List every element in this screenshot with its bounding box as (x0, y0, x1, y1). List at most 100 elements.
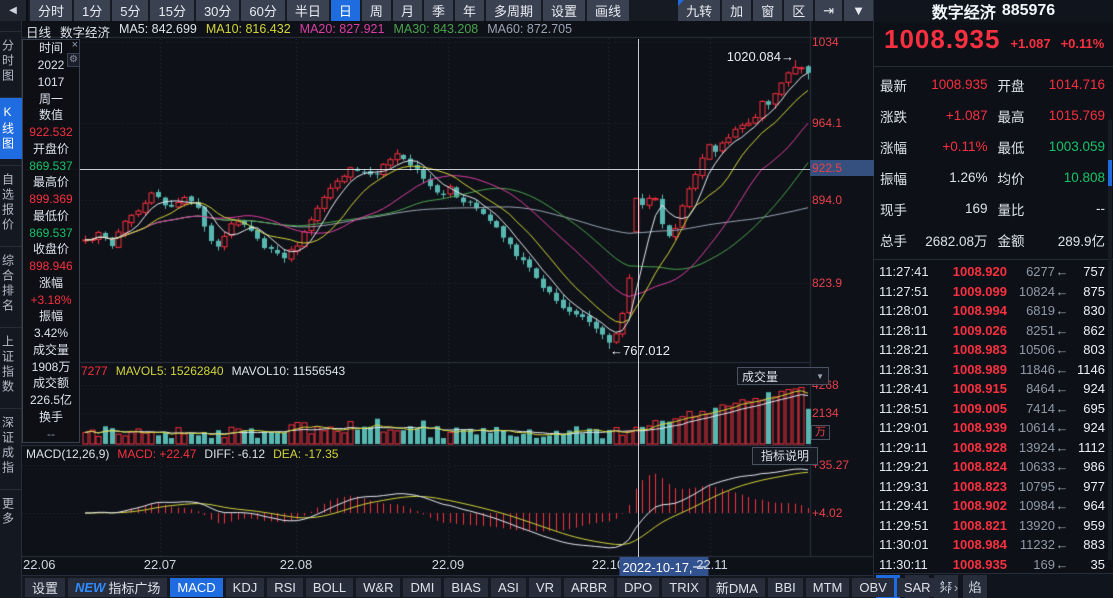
indicator-tab[interactable]: DPO (617, 578, 659, 597)
trade-row[interactable]: 11:29:211008.82410633←986 (874, 457, 1113, 477)
period-button[interactable]: 日 (331, 0, 360, 21)
ohlc-data-panel: × ⚙ 时间20221017周一数值922.532开盘价869.537最高价89… (22, 39, 80, 443)
trade-volume: 10824 (1007, 284, 1055, 299)
data-panel-row: 898.946 (23, 260, 79, 272)
low-price-value: 767.012 (623, 343, 670, 358)
period-button[interactable]: 周 (362, 0, 391, 21)
period-button[interactable]: 季 (424, 0, 453, 21)
indicator-tab[interactable]: 新DMA (709, 578, 765, 597)
indicator-tab[interactable]: TRIX (662, 578, 706, 597)
indicator-help-button[interactable]: 指标说明 (752, 447, 818, 465)
indicator-tab[interactable]: RSI (267, 578, 303, 597)
indicator-tab[interactable]: BBI (768, 578, 803, 597)
trade-row[interactable]: 11:28:511009.0057414←695 (874, 399, 1113, 419)
quote-tab[interactable]: 焰 (963, 575, 987, 598)
chevron-down-icon[interactable]: ▼ (844, 0, 873, 21)
toolbar-tool-button[interactable]: 区 (784, 0, 813, 21)
ma-header-value: MA30: 843.208 (393, 22, 478, 38)
price-change: +1.087 (1010, 36, 1050, 51)
trade-row[interactable]: 11:28:211008.98310506←803 (874, 340, 1113, 360)
volume-unit-label: 万 (811, 425, 830, 440)
chart-area: 日线数字经济MA5: 842.699MA10: 816.432MA20: 827… (22, 21, 873, 575)
sidebar-item[interactable]: K线图 (0, 97, 22, 159)
data-panel-row: 数值 (23, 109, 79, 121)
gear-icon[interactable]: ⚙ (67, 53, 80, 67)
trade-row[interactable]: 11:29:111008.92813924←1112 (874, 438, 1113, 458)
period-button[interactable]: 30分 (196, 0, 239, 21)
period-button[interactable]: 月 (393, 0, 422, 21)
indicator-tab[interactable]: ARBR (564, 578, 614, 597)
indicator-tab[interactable]: W&R (356, 578, 400, 597)
ma-header-value: MA60: 872.705 (487, 22, 572, 38)
period-button[interactable]: 分时 (30, 0, 72, 21)
bottom-toolbar: 设置NEW指标广场MACDKDJRSIBOLLW&RDMIBIASASIVRAR… (22, 575, 873, 598)
period-button[interactable]: 画线 (587, 0, 629, 21)
stat-label: 总手 (880, 230, 922, 250)
prev-arrow-button[interactable]: ‹ (944, 578, 948, 597)
trade-row[interactable]: 11:29:511008.82113920←959 (874, 516, 1113, 536)
indicator-tab[interactable]: DMI (403, 578, 441, 597)
scrollbar-thumb[interactable] (1108, 160, 1112, 186)
indicator-plaza-button[interactable]: NEW指标广场 (68, 578, 167, 597)
next-arrow-button[interactable]: › (954, 578, 958, 597)
sidebar-item[interactable]: 分时图 (0, 31, 22, 91)
toolbar-tool-button[interactable]: 九转 (678, 0, 720, 21)
trade-row[interactable]: 11:28:411008.9158464←924 (874, 379, 1113, 399)
sidebar-item[interactable]: 综合排名 (0, 246, 22, 321)
indicator-tab[interactable]: VR (529, 578, 561, 597)
indicator-tab[interactable]: SAR (897, 578, 938, 597)
sidebar-item[interactable]: 深证成指 (0, 408, 22, 483)
tick-trade-list[interactable]: 11:27:411008.9206277←75711:27:511009.099… (874, 260, 1113, 573)
data-panel-row: 成交量 (23, 344, 79, 356)
collapse-panel-icon[interactable]: ◀ (0, 0, 28, 21)
trade-row[interactable]: 11:28:111009.0268251←862 (874, 321, 1113, 341)
arrow-left-icon: ← (1055, 284, 1069, 299)
sidebar-item[interactable]: 更多 (0, 489, 22, 534)
sidebar-item[interactable]: 自选报价 (0, 165, 22, 240)
indicator-tab[interactable]: ASI (491, 578, 526, 597)
indicator-tab[interactable]: MACD (170, 578, 222, 597)
indicator-tab[interactable]: BIAS (444, 578, 488, 597)
trade-row[interactable]: 11:30:011008.98411232←883 (874, 535, 1113, 555)
trade-time: 11:29:41 (874, 498, 941, 513)
arrow-left-icon: ← (1055, 362, 1069, 377)
trade-row[interactable]: 11:27:511009.09910824←875 (874, 282, 1113, 302)
kline-chart-canvas[interactable] (22, 21, 873, 559)
toolbar-tool-button[interactable]: 加 (722, 0, 751, 21)
trade-row[interactable]: 11:29:011008.93910614←924 (874, 418, 1113, 438)
scrollbar[interactable] (1108, 120, 1112, 560)
period-button[interactable]: 15分 (150, 0, 193, 21)
trade-row[interactable]: 11:29:411008.90210984←964 (874, 496, 1113, 516)
volume-header-value: MAVOL10: 11556543 (232, 364, 346, 379)
stat-value: 2682.08万 (922, 230, 988, 250)
indicator-tab[interactable]: BOLL (306, 578, 353, 597)
period-button[interactable]: 半日 (287, 0, 329, 21)
sidebar-item[interactable]: 上证指数 (0, 327, 22, 402)
data-panel-row: -- (23, 428, 79, 440)
trade-row[interactable]: 11:28:311008.98911846←1146 (874, 360, 1113, 380)
indicator-tab[interactable]: OBV (852, 578, 893, 597)
dock-right-icon[interactable]: ⇥ (815, 0, 842, 21)
period-button[interactable]: 60分 (241, 0, 284, 21)
trade-row[interactable]: 11:28:011008.9946819←830 (874, 301, 1113, 321)
indicator-tab[interactable]: MTM (806, 578, 850, 597)
toolbar-tool-button[interactable]: 窗 (753, 0, 782, 21)
period-button[interactable]: 设置 (543, 0, 585, 21)
chevron-down-icon: ▼ (816, 372, 824, 381)
period-button[interactable]: 5分 (112, 0, 148, 21)
trade-row[interactable]: 11:30:111008.935169←35 (874, 555, 1113, 574)
arrow-left-icon: ← (1055, 537, 1069, 552)
period-button[interactable]: 1分 (74, 0, 110, 21)
trade-row[interactable]: 11:27:411008.9206277←757 (874, 262, 1113, 282)
settings-button[interactable]: 设置 (25, 578, 65, 597)
trade-row[interactable]: 11:29:311008.82310795←977 (874, 477, 1113, 497)
indicator-tab[interactable]: KDJ (226, 578, 265, 597)
stock-code: 885976 (1002, 2, 1055, 20)
period-button[interactable]: 多周期 (486, 0, 541, 21)
macd-header-value: DEA: -17.35 (273, 447, 338, 462)
close-icon[interactable]: × (72, 40, 78, 51)
trade-volume: 8464 (1007, 381, 1055, 396)
data-panel-row: 869.537 (23, 227, 79, 239)
volume-indicator-selector[interactable]: 成交量 ▼ (737, 367, 829, 385)
period-button[interactable]: 年 (455, 0, 484, 21)
